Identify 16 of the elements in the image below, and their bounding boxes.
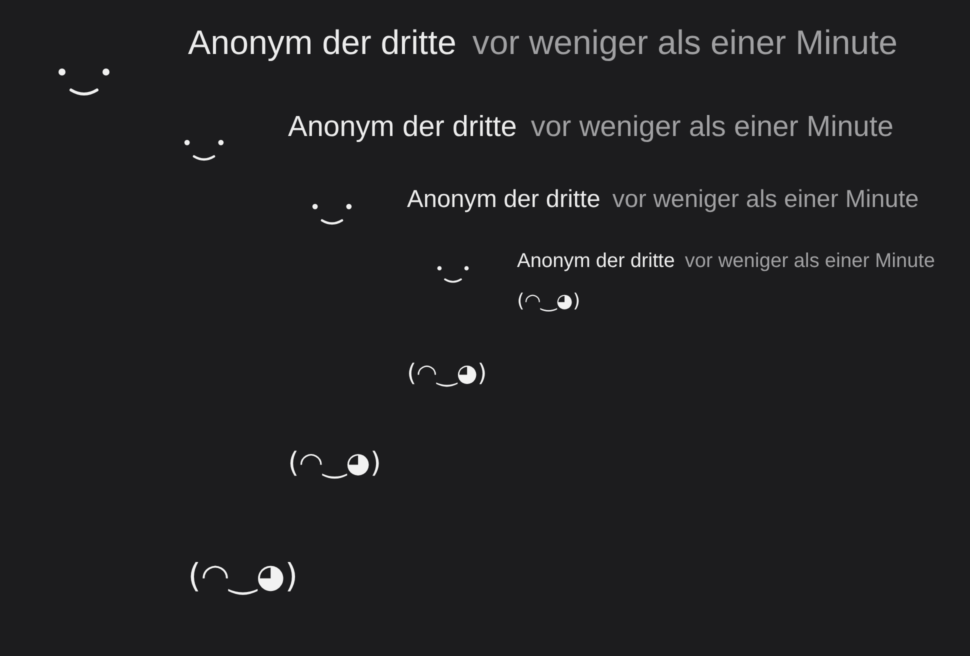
comment-text: (◠‿◕) — [517, 292, 580, 312]
author-name: Anonym der dritte — [517, 249, 675, 274]
author-name: Anonym der dritte — [188, 23, 456, 64]
timestamp: vor weniger als einer Minute — [684, 249, 935, 274]
author-name: Anonym der dritte — [288, 110, 517, 144]
author-name: Anonym der dritte — [407, 184, 600, 215]
timestamp: vor weniger als einer Minute — [472, 23, 898, 64]
smiley-icon — [184, 138, 224, 162]
smiley-icon — [312, 202, 352, 227]
smiley-icon — [437, 265, 469, 286]
comment-text: (◠‿◕) — [188, 559, 298, 592]
comment-text: (◠‿◕) — [407, 361, 487, 386]
comment-text: (◠‿◕) — [288, 449, 382, 478]
timestamp: vor weniger als einer Minute — [612, 184, 919, 215]
smiley-icon — [58, 68, 110, 98]
timestamp: vor weniger als einer Minute — [530, 110, 894, 144]
